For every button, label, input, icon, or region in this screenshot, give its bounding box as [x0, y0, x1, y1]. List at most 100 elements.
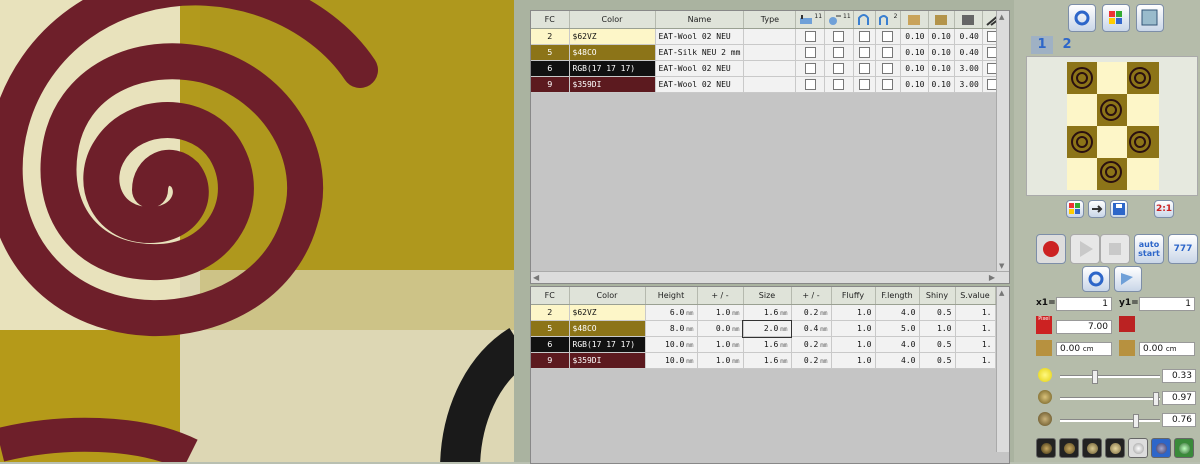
yarn-table-hscroll[interactable]: ◀ ▶	[531, 271, 1009, 283]
tab-1[interactable]: 1	[1031, 36, 1053, 54]
yarn-option-checkbox[interactable]	[804, 47, 816, 58]
pile-height[interactable]: 8.0 mm	[645, 320, 698, 337]
col-fluffy[interactable]: Fluffy	[831, 287, 876, 305]
import-button[interactable]	[1088, 200, 1106, 218]
col-tuft-icon[interactable]: 11	[824, 11, 854, 29]
col-svalue[interactable]: S.value	[955, 287, 996, 305]
pile-shiny[interactable]: 0.5	[919, 352, 956, 369]
yarn-row[interactable]: 9 $359DI EAT-Wool 02 NEU 0.10 0.10 3.00	[531, 76, 1004, 93]
yarn-value-1[interactable]: 0.10	[900, 28, 929, 45]
shadow-value[interactable]: 0.76	[1162, 413, 1196, 427]
pile-svalue[interactable]: 1.	[955, 336, 996, 353]
pile-color[interactable]: RGB(17 17 17)	[569, 336, 646, 353]
yarn-color[interactable]: $359DI	[569, 76, 656, 93]
light-preset-7-button[interactable]	[1174, 438, 1194, 458]
yarn-option-checkbox[interactable]	[833, 31, 845, 42]
col-type[interactable]: Type	[743, 11, 797, 29]
render-button[interactable]	[1036, 234, 1066, 264]
yarn-option-checkbox[interactable]	[804, 79, 816, 90]
export-view-button[interactable]	[1136, 4, 1164, 32]
yarn-option-checkbox[interactable]	[833, 63, 845, 74]
col-name[interactable]: Name	[655, 11, 745, 29]
col-size[interactable]: Size	[743, 287, 792, 305]
light-preset-3-button[interactable]	[1082, 438, 1102, 458]
pile-svalue[interactable]: 1.	[955, 352, 996, 369]
pile-color[interactable]: $48CO	[569, 320, 646, 337]
counter-button[interactable]: 777	[1168, 234, 1198, 264]
yarn-option-checkbox[interactable]	[882, 79, 894, 90]
yarn-value-2[interactable]: 0.10	[928, 60, 955, 77]
pixel-adjust-icon[interactable]	[1119, 316, 1135, 332]
pile-flength[interactable]: 5.0	[875, 320, 920, 337]
light-preset-4-button[interactable]	[1105, 438, 1125, 458]
pile-row[interactable]: 9 $359DI 10.0 mm 1.0 mm 1.6 mm 0.2 mm 1.0 4.0 0.5 1.	[531, 352, 996, 369]
col-height-tolerance[interactable]: + / -	[697, 287, 744, 305]
pile-flength[interactable]: 4.0	[875, 336, 920, 353]
light-preset-1-button[interactable]	[1036, 438, 1056, 458]
view-3d-button[interactable]	[1068, 4, 1096, 32]
yarn-value-3[interactable]: 0.40	[954, 44, 983, 61]
col-tex2-icon[interactable]	[928, 11, 955, 29]
yarn-value-1[interactable]: 0.10	[900, 60, 929, 77]
yarn-value-2[interactable]: 0.10	[928, 76, 955, 93]
yarn-table[interactable]: FC Color Name Type 11 11 2 2 $62VZ EAT-Woo…	[530, 10, 1010, 284]
height-input[interactable]: 0.00 cm	[1139, 342, 1195, 356]
col-loop-icon[interactable]	[853, 11, 876, 29]
col-color[interactable]: Color	[569, 287, 646, 305]
yarn-row[interactable]: 2 $62VZ EAT-Wool 02 NEU 0.10 0.10 0.40	[531, 28, 1004, 45]
col-color[interactable]: Color	[569, 11, 656, 29]
yarn-name[interactable]: EAT-Silk NEU 2 mm	[655, 44, 745, 61]
yarn-row[interactable]: 6 RGB(17 17 17) EAT-Wool 02 NEU 0.10 0.10 3.0…	[531, 60, 1004, 77]
pile-size[interactable]: 1.6 mm	[743, 352, 792, 369]
pile-svalue[interactable]: 1.	[955, 304, 996, 321]
col-flength[interactable]: F.length	[875, 287, 920, 305]
ambient-slider-knob[interactable]	[1153, 392, 1160, 406]
pattern-thumbnail[interactable]	[1067, 62, 1159, 190]
pile-size-tolerance[interactable]: 0.2 mm	[791, 336, 832, 353]
pixel-size-input[interactable]: 7.00	[1056, 320, 1112, 334]
yarn-value-2[interactable]: 0.10	[928, 28, 955, 45]
yarn-option-checkbox[interactable]	[804, 63, 816, 74]
ambient-slider[interactable]	[1060, 392, 1160, 406]
yarn-type[interactable]	[743, 60, 797, 77]
ambient-value[interactable]: 0.97	[1162, 391, 1196, 405]
pile-fluffy[interactable]: 1.0	[831, 304, 876, 321]
light-preset-2-button[interactable]	[1059, 438, 1079, 458]
brightness-slider-knob[interactable]	[1091, 370, 1098, 384]
yarn-color[interactable]: RGB(17 17 17)	[569, 60, 656, 77]
yarn-option-checkbox[interactable]	[858, 47, 870, 58]
pile-fluffy[interactable]: 1.0	[831, 352, 876, 369]
pile-size-tolerance[interactable]: 0.4 mm	[791, 320, 832, 337]
pile-height-tolerance[interactable]: 1.0 mm	[697, 336, 744, 353]
pile-size-tolerance[interactable]: 0.2 mm	[791, 352, 832, 369]
yarn-name[interactable]: EAT-Wool 02 NEU	[655, 60, 745, 77]
yarn-name[interactable]: EAT-Wool 02 NEU	[655, 76, 745, 93]
y-input[interactable]: 1	[1139, 297, 1195, 311]
yarn-option-checkbox[interactable]	[882, 31, 894, 42]
light-preset-5-button[interactable]	[1128, 438, 1148, 458]
yarn-name[interactable]: EAT-Wool 02 NEU	[655, 28, 745, 45]
yarn-type[interactable]	[743, 28, 797, 45]
pile-row[interactable]: 2 $62VZ 6.0 mm 1.0 mm 1.6 mm 0.2 mm 1.0 4.0 0.5 1.	[531, 304, 996, 321]
pile-shiny[interactable]: 0.5	[919, 336, 956, 353]
pile-size[interactable]: 2.0 mm	[742, 319, 792, 338]
yarn-option-checkbox[interactable]	[804, 31, 816, 42]
pile-flength[interactable]: 4.0	[875, 352, 920, 369]
yarn-value-1[interactable]: 0.10	[900, 44, 929, 61]
ratio-button[interactable]: 2:1	[1154, 200, 1174, 218]
stop-button[interactable]	[1100, 234, 1130, 264]
yarn-type[interactable]	[743, 76, 797, 93]
tab-2[interactable]: 2	[1056, 36, 1078, 54]
yarn-color[interactable]: $62VZ	[569, 28, 656, 45]
yarn-value-3[interactable]: 3.00	[954, 76, 983, 93]
col-shiny[interactable]: Shiny	[919, 287, 956, 305]
pile-height[interactable]: 10.0 mm	[645, 336, 698, 353]
yarn-value-2[interactable]: 0.10	[928, 44, 955, 61]
pile-table[interactable]: FC Color Height + / - Size + / - Fluffy …	[530, 286, 1010, 464]
auto-start-button[interactable]: auto start	[1134, 234, 1164, 264]
col-size-tolerance[interactable]: + / -	[791, 287, 832, 305]
scroll-up-icon[interactable]: ▲	[999, 13, 1004, 21]
settings-button[interactable]	[1082, 266, 1110, 292]
yarn-option-checkbox[interactable]	[858, 79, 870, 90]
pile-fluffy[interactable]: 1.0	[831, 320, 876, 337]
